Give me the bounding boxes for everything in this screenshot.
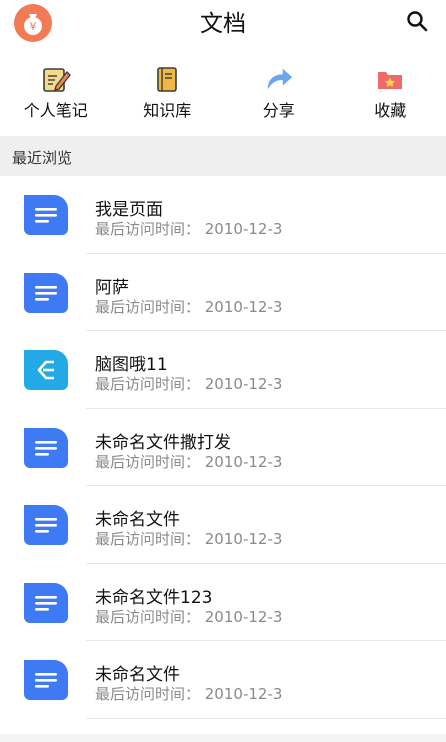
item-name: 未命名文件撒打发 [95, 432, 231, 453]
document-icon [24, 505, 68, 545]
recent-section-header: 最近浏览 [0, 136, 446, 176]
list-item[interactable]: 阿萨 最后访问时间： 2010-12-3 [0, 254, 446, 331]
document-icon [24, 660, 68, 700]
action-label: 分享 [262, 101, 295, 120]
list-item[interactable]: 脑图哦11 最后访问时间： 2010-12-3 [0, 331, 446, 409]
list-item[interactable]: 未命名文件 最后访问时间： 2010-12-3 [0, 641, 446, 719]
page-title: 文档 [200, 11, 246, 37]
item-name: 阿萨 [95, 277, 129, 298]
item-name: 未命名文件123 [95, 587, 213, 608]
search-icon [407, 11, 428, 32]
item-last-visited: 最后访问时间： 2010-12-3 [95, 375, 283, 393]
section-title: 最近浏览 [12, 149, 73, 167]
document-icon [24, 427, 68, 468]
item-last-visited: 最后访问时间： 2010-12-3 [95, 220, 283, 238]
item-name: 未命名文件 [95, 665, 180, 685]
list-item[interactable]: 未命名文件123 最后访问时间： 2010-12-3 [0, 564, 446, 641]
document-icon [24, 272, 68, 313]
list-item[interactable]: 未命名文件撒打发 最后访问时间： 2010-12-3 [0, 409, 446, 486]
item-name: 未命名文件 [95, 510, 180, 530]
action-label: 知识库 [143, 101, 192, 120]
item-last-visited: 最后访问时间： 2010-12-3 [95, 297, 283, 316]
item-last-visited: 最后访问时间： 2010-12-3 [95, 607, 283, 626]
item-last-visited: 最后访问时间： 2010-12-3 [95, 452, 283, 471]
action-share[interactable]: 分享 [223, 64, 335, 128]
action-label: 收藏 [374, 101, 407, 120]
action-knowledge-base[interactable]: 知识库 [112, 64, 224, 128]
divider [86, 717, 446, 719]
item-name: 脑图哦11 [95, 355, 168, 375]
header: ¥ 文档 [0, 0, 446, 42]
note-pencil-icon [41, 64, 71, 94]
item-name: 我是页面 [95, 200, 163, 220]
document-icon [24, 195, 68, 235]
recent-list: 我是页面 最后访问时间： 2010-12-3 阿萨 最后访问时间： 2010-1… [0, 176, 446, 719]
list-item[interactable]: 我是页面 最后访问时间： 2010-12-3 [0, 176, 446, 254]
bottom-nav-edge [0, 734, 446, 742]
quick-actions: 个人笔记 知识库 分享 收藏 [0, 64, 446, 128]
list-item[interactable]: 未命名文件 最后访问时间： 2010-12-3 [0, 486, 446, 564]
book-icon [152, 64, 182, 94]
mindmap-icon [24, 350, 68, 390]
search-button[interactable] [404, 8, 430, 34]
star-folder-icon [375, 64, 405, 94]
item-last-visited: 最后访问时间： 2010-12-3 [95, 530, 283, 548]
document-icon [24, 582, 68, 623]
share-arrow-icon [264, 64, 294, 94]
action-label: 个人笔记 [23, 101, 88, 120]
action-personal-notes[interactable]: 个人笔记 [0, 64, 112, 128]
item-last-visited: 最后访问时间： 2010-12-3 [95, 685, 283, 703]
action-favorites[interactable]: 收藏 [335, 64, 446, 128]
